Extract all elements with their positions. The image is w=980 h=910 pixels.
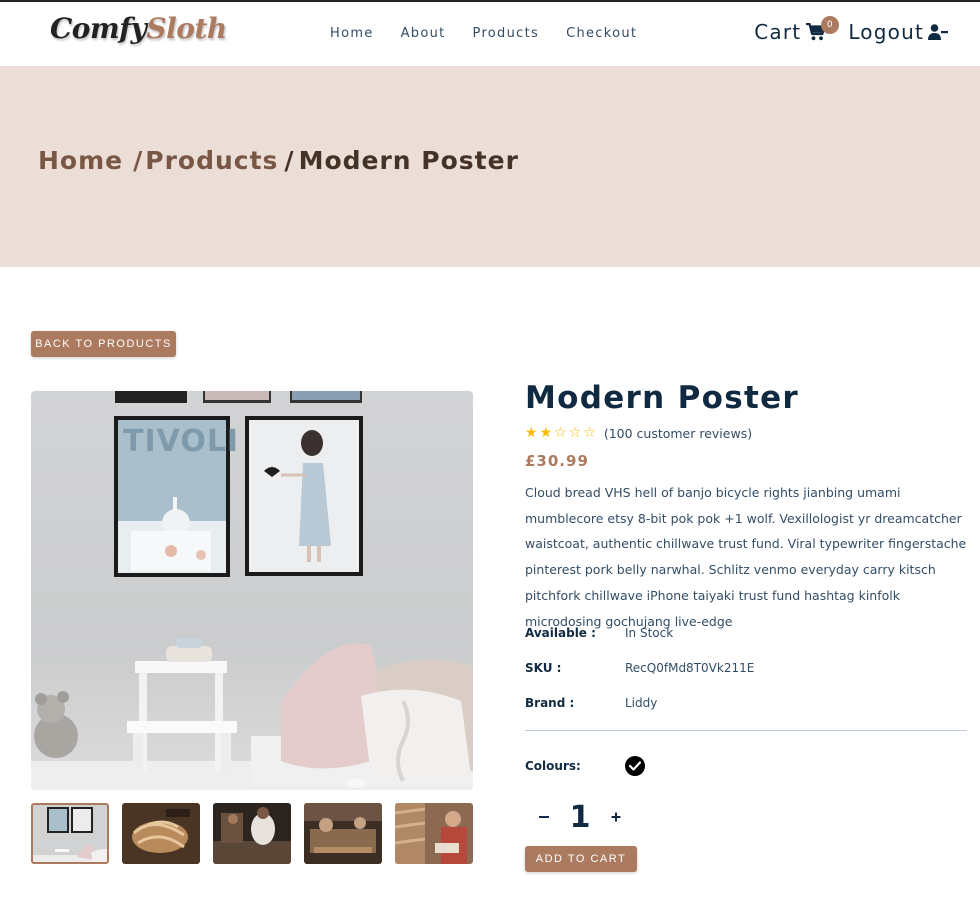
nav-link-home[interactable]: Home <box>330 26 374 41</box>
review-count: (100 customer reviews) <box>603 425 753 441</box>
product-photo: TIVOLI <box>31 391 473 790</box>
logo-text-sloth: Sloth <box>146 12 227 45</box>
brand-row: Brand : Liddy <box>525 696 657 710</box>
gallery-thumbnail[interactable] <box>31 803 109 864</box>
star-empty-icon: ☆ <box>554 425 567 441</box>
logout-label: Logout <box>848 20 924 44</box>
breadcrumb-separator: / <box>284 146 295 175</box>
user-minus-icon <box>928 24 948 40</box>
brand-label: Brand : <box>525 696 575 710</box>
add-to-cart-button[interactable]: ADD TO CART <box>525 846 637 872</box>
nav-link-checkout[interactable]: Checkout <box>566 26 637 41</box>
star-full-icon: ★ <box>539 425 553 441</box>
gallery-thumbnail[interactable] <box>122 803 200 864</box>
divider <box>525 730 967 731</box>
quantity-stepper: 1 <box>531 800 629 835</box>
product-price: £30.99 <box>525 452 589 470</box>
available-value: In Stock <box>625 626 674 640</box>
nav-actions: Cart 0 Logout <box>754 16 948 44</box>
colours-label: Colours: <box>525 759 581 773</box>
increase-quantity-button[interactable] <box>603 806 629 829</box>
decrease-quantity-button[interactable] <box>531 806 557 829</box>
navbar: ComfySloth Home About Products Checkout … <box>0 2 980 66</box>
star-empty-icon: ☆ <box>583 425 596 441</box>
logo[interactable]: ComfySloth <box>50 12 227 45</box>
product-description: Cloud bread VHS hell of banjo bicycle ri… <box>525 485 967 629</box>
sku-label: SKU : <box>525 661 562 675</box>
breadcrumb-home[interactable]: Home <box>38 146 123 175</box>
sku-value: RecQ0fMd8T0Vk211E <box>625 661 755 675</box>
breadcrumb-separator: / <box>133 146 144 175</box>
back-to-products-button[interactable]: BACK TO PRODUCTS <box>31 331 176 357</box>
thumb-carpentry <box>304 803 382 864</box>
breadcrumb: Home/Products / Modern Poster <box>38 146 519 175</box>
logout-button[interactable]: Logout <box>848 20 948 44</box>
brand-value: Liddy <box>625 696 658 710</box>
sku-row: SKU : RecQ0fMd8T0Vk211E <box>525 661 754 675</box>
thumb-wood-shavings <box>122 803 200 864</box>
cart-count-badge: 0 <box>821 16 840 34</box>
check-icon <box>629 761 641 771</box>
star-full-icon: ★ <box>525 425 538 441</box>
breadcrumb-current: Modern Poster <box>298 146 519 175</box>
minus-icon <box>539 816 549 818</box>
plus-icon <box>611 812 621 822</box>
quantity-value: 1 <box>569 800 591 835</box>
thumb-poster-room <box>33 805 107 862</box>
rating: ★ ★ ☆ ☆ ☆ (100 customer reviews) <box>525 425 752 441</box>
cart-button[interactable]: Cart 0 <box>754 16 840 44</box>
star-empty-icon: ☆ <box>568 425 582 441</box>
available-label: Available : <box>525 626 596 640</box>
product-title: Modern Poster <box>525 380 800 416</box>
logo-text-comfy: Comfy <box>50 12 147 45</box>
colour-selector: Colours: <box>525 756 645 776</box>
gallery-thumbnail[interactable] <box>395 803 473 864</box>
breadcrumb-products[interactable]: Products <box>145 146 278 175</box>
nav-link-about[interactable]: About <box>401 26 446 41</box>
availability-row: Available : In Stock <box>525 626 673 640</box>
poster-tivoli-text: TIVOLI <box>123 424 239 459</box>
cart-label: Cart <box>754 20 802 44</box>
colour-swatch-black[interactable] <box>625 756 645 776</box>
image-gallery <box>31 803 473 864</box>
thumb-craftsman <box>395 803 473 864</box>
gallery-thumbnail[interactable] <box>213 803 291 864</box>
gallery-thumbnail[interactable] <box>304 803 382 864</box>
nav-links: Home About Products Checkout <box>330 26 664 41</box>
nav-link-products[interactable]: Products <box>473 26 540 41</box>
page-hero: Home/Products / Modern Poster <box>0 66 980 267</box>
main-product-image: TIVOLI <box>31 391 473 790</box>
thumb-workshop <box>213 803 291 864</box>
